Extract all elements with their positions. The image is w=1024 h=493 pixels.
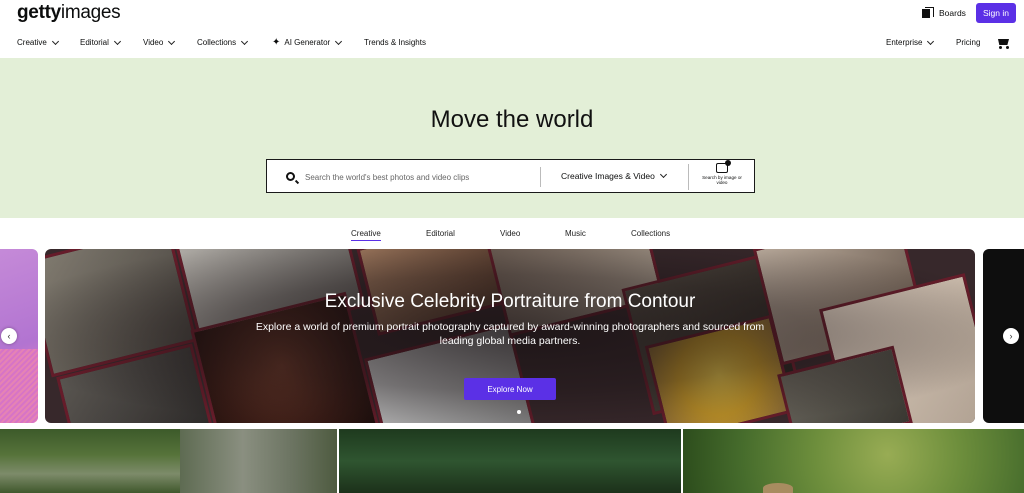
gallery-image[interactable] xyxy=(339,429,681,493)
gallery-image[interactable] xyxy=(683,429,1024,493)
tab-creative[interactable]: Creative xyxy=(351,229,381,241)
divider xyxy=(540,167,541,187)
carousel-dot-active[interactable] xyxy=(517,410,521,414)
search-by-image-button[interactable]: Search by image or video xyxy=(697,160,747,185)
chevron-down-icon xyxy=(927,37,935,45)
nav-ai-generator[interactable]: ✦ AI Generator xyxy=(272,36,343,48)
chevron-down-icon xyxy=(168,37,176,45)
nav-enterprise[interactable]: Enterprise xyxy=(886,37,935,47)
sparkle-icon: ✦ xyxy=(272,36,281,48)
tab-video[interactable]: Video xyxy=(500,229,520,238)
search-by-image-label: Search by image or video xyxy=(702,175,742,185)
search-bar: Creative Images & Video Search by image … xyxy=(266,159,755,193)
carousel-slide: Exclusive Celebrity Portraiture from Con… xyxy=(45,249,975,423)
carousel-title: Exclusive Celebrity Portraiture from Con… xyxy=(324,291,696,312)
getty-images-logo[interactable]: gettyimages xyxy=(17,2,121,24)
main-nav: Creative Editorial Video Collections ✦ A… xyxy=(0,32,1024,56)
carousel-description: Explore a world of premium portrait phot… xyxy=(255,321,765,347)
tab-editorial[interactable]: Editorial xyxy=(426,229,455,238)
chevron-down-icon xyxy=(113,37,121,45)
explore-now-button[interactable]: Explore Now xyxy=(464,378,556,400)
tab-music[interactable]: Music xyxy=(565,229,586,238)
nav-pricing[interactable]: Pricing xyxy=(956,38,980,47)
boards-label: Boards xyxy=(939,7,966,18)
boards-icon xyxy=(922,7,934,18)
cart-icon[interactable] xyxy=(996,38,1010,50)
tab-collections[interactable]: Collections xyxy=(631,229,670,238)
top-bar: gettyimages Boards Sign in xyxy=(0,0,1024,28)
chevron-down-icon xyxy=(51,37,59,45)
chevron-right-icon[interactable]: › xyxy=(1003,328,1019,344)
divider xyxy=(688,164,689,190)
featured-carousel: Exclusive Celebrity Portraiture from Con… xyxy=(0,249,1024,423)
search-icon[interactable] xyxy=(286,172,295,181)
search-input[interactable] xyxy=(305,168,535,186)
hero-title: Move the world xyxy=(430,106,594,133)
hero-banner: Move the world Creative Images & Video S… xyxy=(0,58,1024,218)
camera-icon xyxy=(716,160,731,173)
nav-video[interactable]: Video xyxy=(143,37,176,47)
search-type-select[interactable]: Creative Images & Video xyxy=(561,170,667,181)
nav-trends-insights[interactable]: Trends & Insights xyxy=(364,38,426,47)
content-tabs: Creative Editorial Video Music Collectio… xyxy=(0,226,1024,242)
nav-creative[interactable]: Creative xyxy=(17,37,59,47)
gallery-image[interactable] xyxy=(0,429,337,493)
nav-collections[interactable]: Collections xyxy=(197,37,249,47)
boards-link[interactable]: Boards xyxy=(922,7,966,18)
sign-in-button[interactable]: Sign in xyxy=(976,3,1016,23)
chevron-left-icon[interactable]: ‹ xyxy=(1,328,17,344)
chevron-down-icon xyxy=(659,170,667,179)
nav-editorial[interactable]: Editorial xyxy=(80,37,121,47)
chevron-down-icon xyxy=(335,37,343,45)
chevron-down-icon xyxy=(241,37,249,45)
